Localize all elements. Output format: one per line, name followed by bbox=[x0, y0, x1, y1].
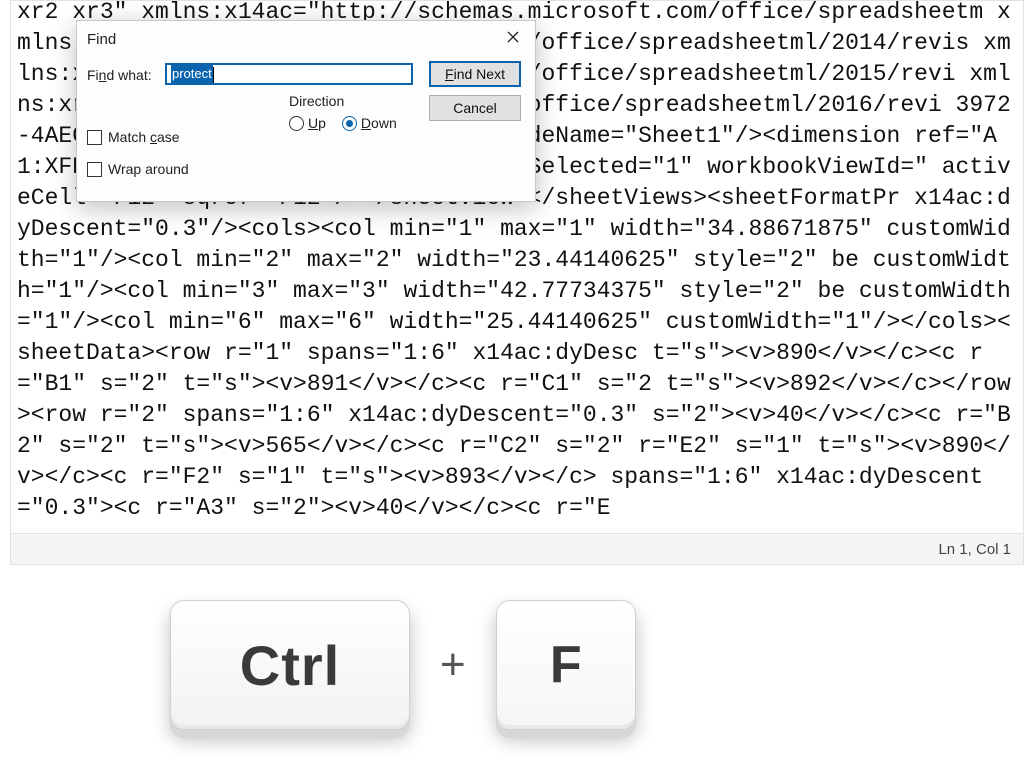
status-bar: Ln 1, Col 1 bbox=[11, 533, 1023, 564]
find-dialog-title: Find bbox=[87, 31, 116, 48]
f-key-icon: F bbox=[496, 600, 636, 730]
direction-group: Direction Up Down bbox=[289, 93, 417, 153]
find-next-button[interactable]: Find Next bbox=[429, 61, 521, 87]
find-what-label: Find what: bbox=[87, 67, 152, 83]
match-case-checkbox[interactable]: Match case bbox=[87, 129, 180, 145]
direction-up-radio[interactable]: Up bbox=[289, 115, 326, 131]
shortcut-illustration: Ctrl + F bbox=[170, 600, 636, 730]
find-dialog: Find Find what: protect Find Next Cancel… bbox=[76, 20, 536, 202]
ctrl-key-icon: Ctrl bbox=[170, 600, 410, 730]
cancel-button[interactable]: Cancel bbox=[429, 95, 521, 121]
direction-down-radio[interactable]: Down bbox=[342, 115, 397, 131]
find-what-value: protect bbox=[171, 65, 213, 83]
direction-group-label: Direction bbox=[289, 93, 417, 109]
cursor-position: Ln 1, Col 1 bbox=[938, 541, 1011, 558]
close-icon[interactable] bbox=[491, 21, 535, 53]
wrap-around-checkbox[interactable]: Wrap around bbox=[87, 161, 189, 177]
find-what-input[interactable]: protect bbox=[165, 63, 413, 85]
plus-icon: + bbox=[440, 640, 466, 690]
find-dialog-titlebar[interactable]: Find bbox=[77, 21, 535, 57]
